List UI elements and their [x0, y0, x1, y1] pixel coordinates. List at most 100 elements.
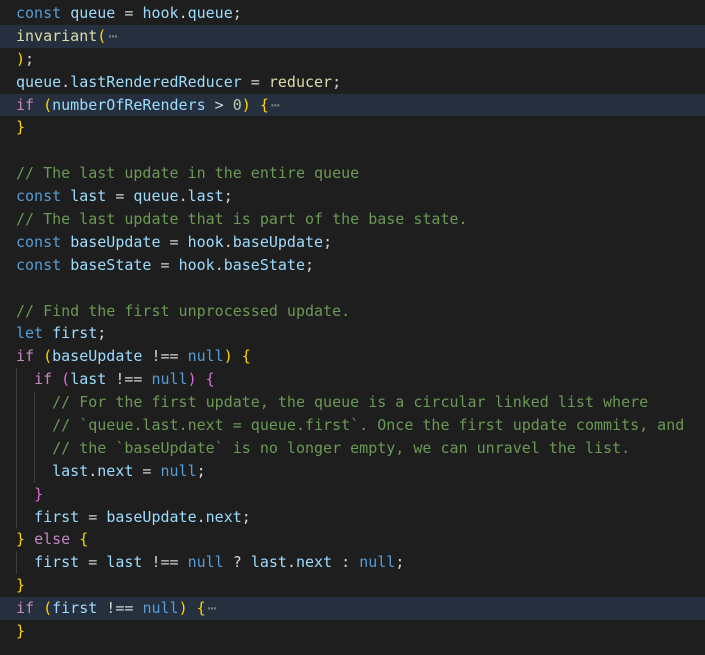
- code-line[interactable]: const queue = hook.queue;: [0, 2, 705, 25]
- code-token: null: [359, 553, 396, 572]
- code-line[interactable]: // The last update in the entire queue: [0, 162, 705, 185]
- code-token: !==: [142, 553, 188, 572]
- code-token: baseState: [70, 255, 152, 274]
- code-line[interactable]: last.next = null;: [0, 459, 705, 483]
- code-line-folded[interactable]: invariant(⋯: [0, 24, 705, 48]
- code-token: =: [106, 187, 134, 206]
- code-line[interactable]: // The last update that is part of the b…: [0, 208, 705, 231]
- code-line[interactable]: [0, 277, 705, 300]
- code-token: ;: [395, 553, 405, 572]
- code-line[interactable]: }: [0, 116, 705, 139]
- code-token: last: [106, 553, 143, 572]
- code-token: last: [250, 553, 287, 572]
- code-token: ): [223, 347, 233, 366]
- code-token: hook: [178, 255, 215, 274]
- code-line[interactable]: if (baseUpdate !== null) {: [0, 345, 705, 368]
- code-line[interactable]: // For the first update, the queue is a …: [0, 391, 705, 415]
- code-token: null: [187, 553, 224, 572]
- code-line[interactable]: queue.lastRenderedReducer = reducer;: [0, 71, 705, 94]
- code-line[interactable]: if (last !== null) {: [0, 368, 705, 392]
- code-line[interactable]: }: [0, 574, 705, 597]
- indent-guide: [34, 459, 36, 483]
- code-token: ;: [223, 187, 233, 206]
- code-token: last: [187, 187, 224, 206]
- code-line[interactable]: } else {: [0, 528, 705, 551]
- code-line[interactable]: // Find the first unprocessed update.: [0, 300, 705, 323]
- code-token: const: [16, 255, 62, 274]
- code-line[interactable]: const last = queue.last;: [0, 185, 705, 208]
- code-token: ): [187, 370, 197, 389]
- code-line[interactable]: first = last !== null ? last.next : null…: [0, 551, 705, 575]
- code-token: >: [205, 95, 233, 114]
- code-token: next: [295, 553, 333, 572]
- code-line-folded[interactable]: if (numberOfReRenders > 0) {⋯: [0, 93, 705, 117]
- code-token: !==: [142, 347, 188, 366]
- code-line[interactable]: [0, 139, 705, 162]
- code-token: .: [88, 461, 98, 480]
- code-token: first: [52, 599, 98, 618]
- code-line[interactable]: // `queue.last.next = queue.first`. Once…: [0, 414, 705, 437]
- code-token: ;: [196, 461, 206, 480]
- code-token: baseState: [223, 255, 305, 274]
- code-token: baseUpdate: [70, 232, 161, 251]
- indent-guide: [16, 368, 17, 392]
- code-line[interactable]: let first;: [0, 322, 705, 345]
- code-line[interactable]: );: [0, 48, 705, 71]
- code-token: ): [241, 95, 251, 114]
- code-token: reducer: [268, 72, 333, 91]
- code-line[interactable]: }: [0, 482, 705, 506]
- code-token: queue: [16, 72, 62, 91]
- code-token: hook: [142, 4, 179, 22]
- code-token: }: [16, 576, 26, 595]
- code-token: ;: [305, 255, 315, 274]
- code-token: invariant: [16, 26, 98, 45]
- code-token: ;: [241, 507, 251, 526]
- code-token: =: [133, 461, 161, 480]
- fold-ellipsis-icon[interactable]: ⋯: [108, 27, 117, 45]
- code-line[interactable]: first = baseUpdate.next;: [0, 505, 705, 529]
- code-token: }: [16, 622, 26, 641]
- code-token: ;: [232, 4, 242, 22]
- code-token: !==: [106, 370, 152, 389]
- code-token: last: [52, 461, 89, 480]
- code-token: next: [97, 461, 134, 480]
- code-token: =: [241, 72, 269, 91]
- code-line[interactable]: const baseState = hook.baseState;: [0, 254, 705, 277]
- code-token: .: [178, 4, 188, 22]
- indent-guide: [34, 414, 36, 437]
- code-line[interactable]: // the `baseUpdate` is no longer empty, …: [0, 436, 705, 460]
- code-token: null: [142, 599, 179, 618]
- code-token: numberOfReRenders: [52, 95, 206, 114]
- code-token: last: [70, 187, 107, 206]
- code-token: if: [16, 95, 35, 114]
- code-token: baseUpdate: [106, 507, 197, 526]
- fold-ellipsis-icon[interactable]: ⋯: [271, 96, 280, 114]
- code-editor[interactable]: const queue = hook.queue; invariant(⋯); qu…: [0, 2, 705, 643]
- fold-ellipsis-icon[interactable]: ⋯: [208, 599, 217, 617]
- code-token: null: [151, 370, 188, 389]
- code-token: =: [160, 232, 188, 251]
- code-line[interactable]: }: [0, 620, 705, 643]
- code-token: }: [34, 484, 44, 503]
- code-token: last: [70, 370, 107, 389]
- code-token: ): [16, 49, 26, 68]
- code-token: ;: [97, 324, 107, 343]
- code-line-folded[interactable]: if (first !== null) {⋯: [0, 597, 705, 621]
- code-token: ?: [223, 553, 251, 572]
- code-token: next: [205, 507, 242, 526]
- code-token: =: [79, 553, 107, 572]
- code-token: hook: [187, 232, 224, 251]
- code-token: // The last update in the entire queue: [16, 164, 360, 183]
- code-token: .: [223, 232, 233, 251]
- code-line[interactable]: const baseUpdate = hook.baseUpdate;: [0, 231, 705, 254]
